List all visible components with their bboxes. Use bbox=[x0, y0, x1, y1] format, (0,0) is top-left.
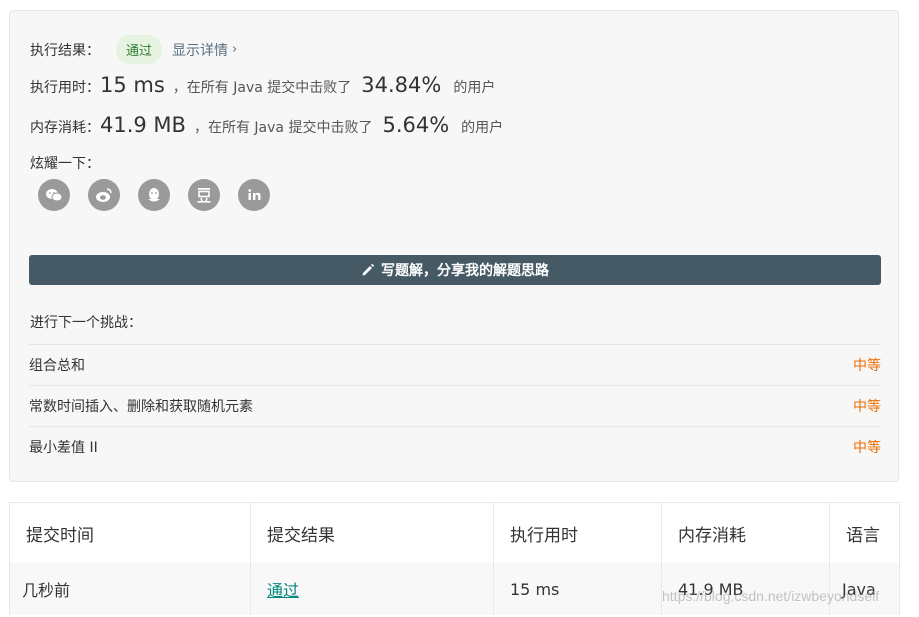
memory-suffix: 的用户 bbox=[461, 120, 504, 136]
share-label: 炫耀一下： bbox=[30, 156, 100, 172]
show-details-link[interactable]: 显示详情 › bbox=[172, 40, 237, 60]
header-submit-time: 提交时间 bbox=[9, 502, 251, 563]
result-label: 执行结果： bbox=[30, 42, 100, 59]
linkedin-icon[interactable] bbox=[238, 179, 270, 211]
show-details-label: 显示详情 bbox=[172, 42, 229, 59]
memory-value: 41.9 MB bbox=[100, 113, 186, 137]
difficulty-badge: 中等 bbox=[853, 358, 881, 374]
memory-percent: 5.64% bbox=[382, 113, 450, 137]
challenge-name: 组合总和 bbox=[29, 358, 85, 374]
challenge-name: 常数时间插入、删除和获取随机元素 bbox=[29, 399, 253, 415]
challenge-item[interactable]: 最小差值 II 中等 bbox=[29, 426, 881, 467]
runtime-value: 15 ms bbox=[100, 73, 165, 97]
runtime-label: 执行用时： bbox=[30, 80, 100, 96]
cell-submit-time: 几秒前 bbox=[9, 563, 251, 615]
runtime-middle-text: ，在所有 Java 提交中击败了 bbox=[172, 80, 352, 96]
watermark: https://blog.csdn.net/izwbeyondself bbox=[662, 588, 880, 604]
douban-icon[interactable] bbox=[188, 179, 220, 211]
header-runtime: 执行用时 bbox=[493, 502, 662, 563]
runtime-suffix: 的用户 bbox=[453, 80, 496, 96]
challenge-list: 组合总和 中等 常数时间插入、删除和获取随机元素 中等 最小差值 II 中等 bbox=[29, 344, 881, 467]
runtime-row: 执行用时： 15 ms ，在所有 Java 提交中击败了 34.84% 的用户 bbox=[30, 73, 495, 97]
status-badge: 通过 bbox=[116, 35, 163, 64]
memory-middle-text: ，在所有 Java 提交中击败了 bbox=[193, 120, 373, 136]
qq-icon[interactable] bbox=[138, 179, 170, 211]
write-solution-button[interactable]: 写题解，分享我的解题思路 bbox=[29, 255, 881, 285]
difficulty-badge: 中等 bbox=[853, 440, 881, 456]
write-solution-label: 写题解，分享我的解题思路 bbox=[381, 263, 549, 279]
cell-runtime: 15 ms bbox=[493, 563, 662, 615]
share-row: 炫耀一下： bbox=[30, 153, 100, 173]
memory-label: 内存消耗： bbox=[30, 120, 100, 136]
next-challenge-title: 进行下一个挑战： bbox=[30, 315, 142, 331]
share-icons bbox=[38, 179, 270, 211]
header-memory: 内存消耗 bbox=[661, 502, 830, 563]
memory-row: 内存消耗： 41.9 MB ，在所有 Java 提交中击败了 5.64% 的用户 bbox=[30, 113, 503, 137]
cell-result-link[interactable]: 通过 bbox=[250, 563, 494, 615]
header-submit-result: 提交结果 bbox=[250, 502, 494, 563]
wechat-icon[interactable] bbox=[38, 179, 70, 211]
difficulty-badge: 中等 bbox=[853, 399, 881, 415]
weibo-icon[interactable] bbox=[88, 179, 120, 211]
challenge-name: 最小差值 II bbox=[29, 440, 98, 456]
challenge-item[interactable]: 常数时间插入、删除和获取随机元素 中等 bbox=[29, 385, 881, 426]
result-panel: 执行结果： 通过 显示详情 › 执行用时： 15 ms ，在所有 Java 提交… bbox=[9, 10, 899, 482]
result-row: 执行结果： 通过 显示详情 › bbox=[30, 35, 237, 64]
runtime-percent: 34.84% bbox=[361, 73, 442, 97]
header-language: 语言 bbox=[829, 502, 900, 563]
pencil-icon bbox=[361, 263, 375, 277]
chevron-right-icon: › bbox=[232, 42, 238, 57]
challenge-item[interactable]: 组合总和 中等 bbox=[29, 344, 881, 385]
table-header-row: 提交时间 提交结果 执行用时 内存消耗 语言 bbox=[9, 502, 900, 563]
